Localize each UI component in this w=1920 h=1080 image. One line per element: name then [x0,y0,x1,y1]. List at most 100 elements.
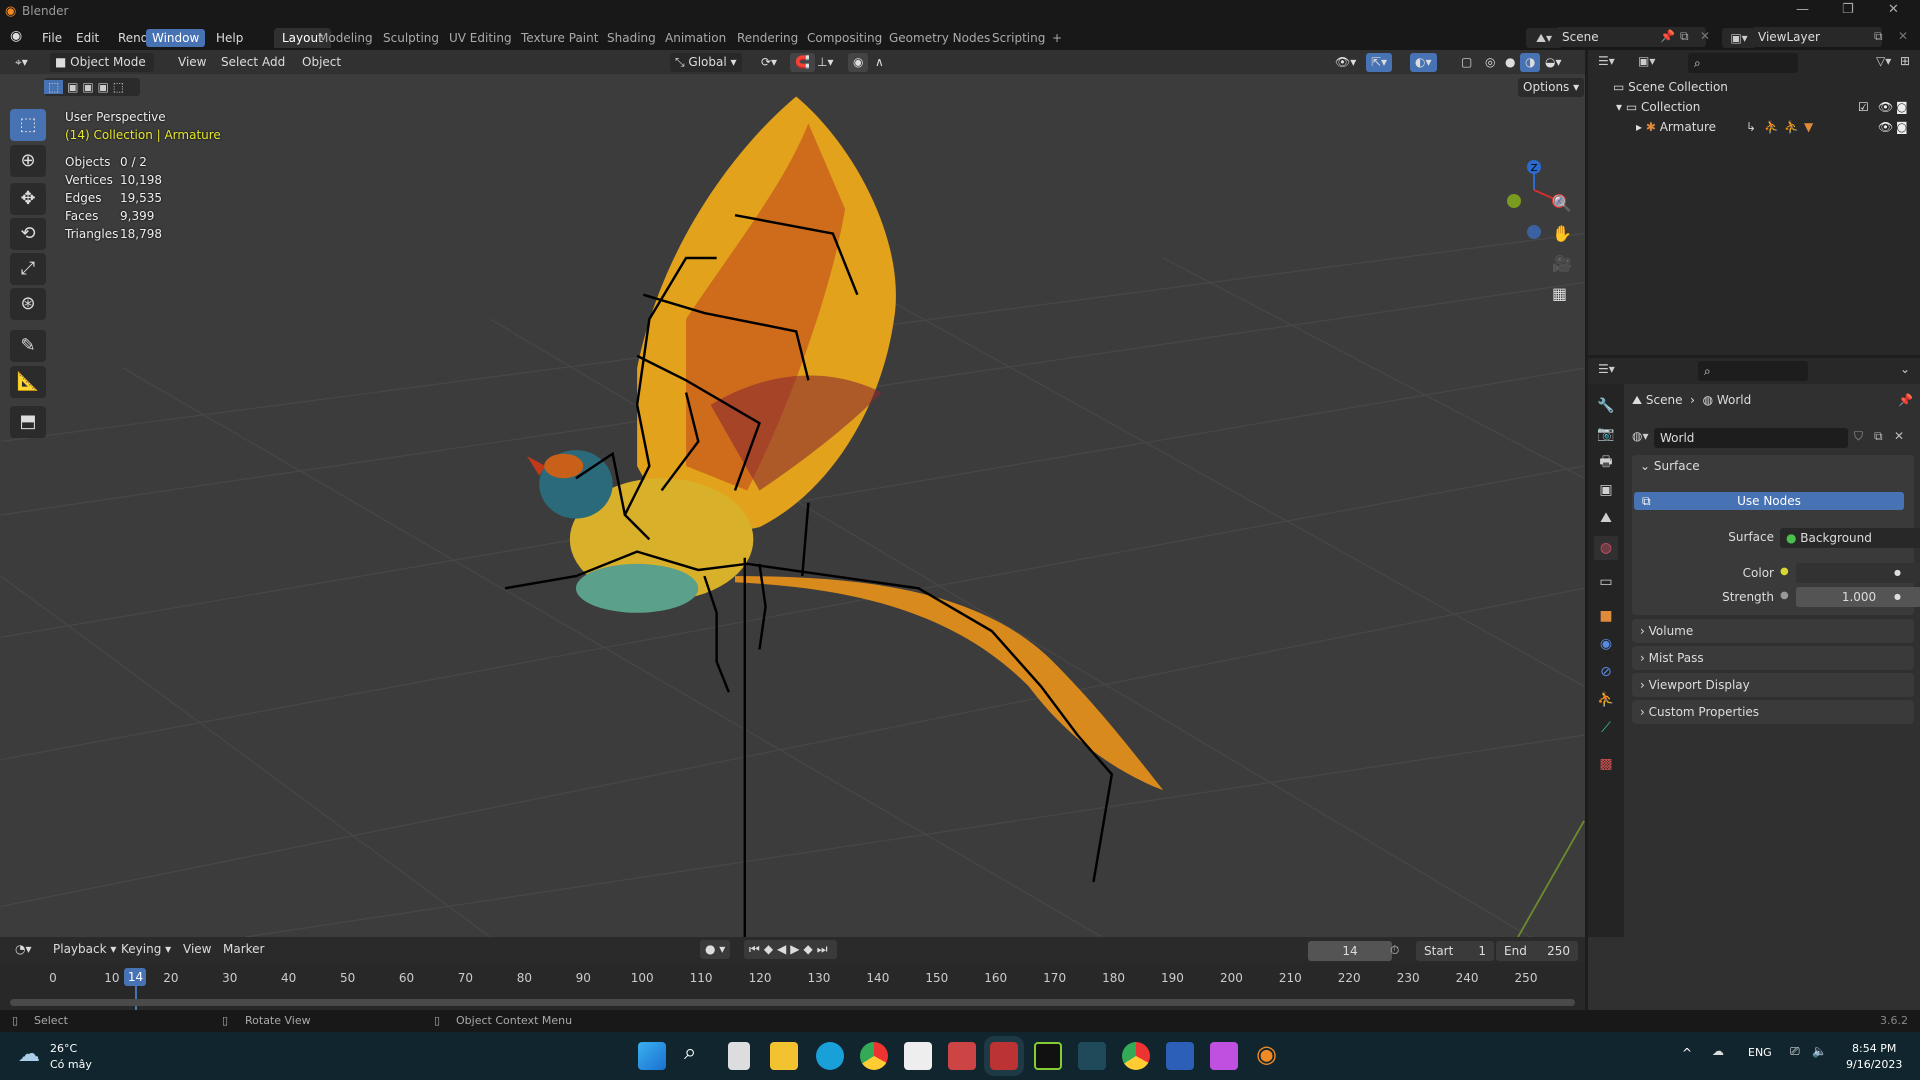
world-browse-icon[interactable]: ◍▾ [1632,429,1649,443]
pin-icon[interactable]: 📌 [1660,29,1675,43]
annotate-tool[interactable]: ✎ [10,330,46,362]
select-subtract-icon[interactable]: ▣ [82,80,93,94]
physics-tab-icon[interactable]: ◉ [1594,632,1618,656]
orientation-dropdown[interactable]: ⤡ Global ▾ [670,53,742,72]
menu-object[interactable]: Object [297,53,346,72]
jump-end-icon[interactable]: ⏭ [817,942,832,956]
clock-time[interactable]: 8:54 PM [1852,1042,1896,1055]
armature-data-tab-icon[interactable]: ⛹ [1594,688,1618,712]
texture-tab-icon[interactable]: ▩ [1594,752,1618,776]
falloff-icon[interactable]: ∧ [870,53,889,72]
app-icon[interactable] [1034,1042,1062,1070]
world-tab-icon[interactable]: ◍ [1594,536,1618,560]
menu-help[interactable]: Help [210,29,249,47]
tab-uv-editing[interactable]: UV Editing [449,31,512,45]
menu-select[interactable]: Select [216,53,263,72]
outliner-editor-type-icon[interactable]: ☰▾ [1598,54,1615,68]
gizmo-y-axis[interactable] [1507,194,1521,208]
scene-collection-row[interactable]: ▭ Scene Collection [1613,80,1728,94]
mesh-icon[interactable]: ▼ [1804,120,1813,134]
clock-date[interactable]: 9/16/2023 [1846,1058,1902,1071]
tab-texture-paint[interactable]: Texture Paint [521,31,598,45]
prev-keyframe-icon[interactable]: ◆ [764,942,777,956]
use-nodes-button[interactable]: ⧉ Use Nodes [1634,492,1904,510]
filter-icon[interactable]: ▽▾ [1876,54,1891,68]
world-name-field[interactable]: World [1654,428,1848,448]
snap-target-icon[interactable]: ⊥▾ [812,53,838,72]
select-extend-icon[interactable]: ▣ [67,80,78,94]
duplicate-world-icon[interactable]: ⧉ [1874,429,1883,444]
affinity-icon[interactable] [1210,1042,1238,1070]
network-icon[interactable]: ⎚ [1790,1044,1800,1059]
pin-icon[interactable]: 📌 [1898,393,1913,407]
navigation-gizmo[interactable]: Z X [1490,110,1570,240]
new-scene-icon[interactable]: ⧉ [1680,29,1689,44]
properties-editor-type-icon[interactable]: ☰▾ [1598,362,1615,376]
fake-user-icon[interactable]: ⛉ [1854,429,1863,444]
visibility-eye-icon[interactable]: 👁 [1878,100,1893,114]
play-reverse-icon[interactable]: ◀ [777,942,790,956]
strength-socket-icon[interactable]: ● [1780,590,1789,601]
zoom-view-icon[interactable]: 🔍 [1552,194,1572,213]
add-workspace-button[interactable]: + [1052,31,1062,45]
menu-add[interactable]: Add [257,53,290,72]
new-view-layer-icon[interactable]: ⧉ [1874,29,1883,44]
tab-shading[interactable]: Shading [607,31,656,45]
constraints-tab-icon[interactable]: ⊘ [1594,660,1618,684]
view-layer-field[interactable]: ViewLayer [1752,27,1882,47]
auto-keying-button[interactable]: ● ▾ [700,940,731,959]
file-explorer-icon[interactable] [770,1042,798,1070]
volume-panel[interactable]: › Volume [1632,619,1914,643]
solid-shading-icon[interactable]: ● [1500,53,1520,72]
3d-viewport[interactable]: ⌖▾ ■ Object Mode ▾ View Select Add Objec… [0,50,1585,937]
app-icon[interactable] [1078,1042,1106,1070]
delete-scene-icon[interactable]: ✕ [1700,29,1710,43]
view-layer-selector-icon[interactable]: ▣▾ [1722,28,1756,48]
menu-view[interactable]: View [178,940,216,959]
transform-tool[interactable]: ⊛ [10,288,46,320]
edge-icon[interactable] [816,1042,844,1070]
visibility-icon[interactable]: 👁▾ [1330,53,1361,72]
search-taskbar-icon[interactable]: ⌕ [684,1040,696,1065]
unlink-world-icon[interactable]: ✕ [1894,429,1904,443]
tab-animation[interactable]: Animation [665,31,726,45]
snipping-tool-icon[interactable] [984,1036,1024,1076]
scale-tool[interactable]: ⤢ [10,253,46,285]
proportional-edit-icon[interactable]: ◉ [848,53,869,72]
select-new-icon[interactable]: ⬚ [44,80,64,94]
view-layer-tab-icon[interactable]: ▣ [1594,478,1618,502]
task-view-icon[interactable] [728,1042,750,1070]
menu-view[interactable]: View [173,53,211,72]
measure-tool[interactable]: 📐 [10,366,46,398]
tab-scripting[interactable]: Scripting [992,31,1045,45]
tab-geometry-nodes[interactable]: Geometry Nodes [889,31,990,45]
word-icon[interactable] [1166,1042,1194,1070]
menu-marker[interactable]: Marker [218,940,269,959]
delete-view-layer-icon[interactable]: ✕ [1898,29,1908,43]
chrome-canary-icon[interactable] [1122,1042,1150,1070]
current-frame-field[interactable]: 14 [1308,941,1392,961]
render-camera-icon[interactable]: ◙ [1896,100,1908,114]
end-frame-field[interactable]: End 250 [1496,941,1578,961]
render-tab-icon[interactable]: 📷 [1594,422,1618,446]
gizmo-neg-z-axis[interactable] [1527,225,1541,239]
new-collection-icon[interactable]: ⊞ [1900,54,1910,68]
tab-modeling[interactable]: Modeling [318,31,373,45]
viewport-display-panel[interactable]: › Viewport Display [1632,673,1914,697]
armature-data-icon[interactable]: ⛹ [1764,120,1779,134]
playhead-frame-indicator[interactable]: 14 [124,968,147,986]
preview-range-icon[interactable]: ⏱ [1390,943,1399,958]
pan-view-icon[interactable]: ✋ [1552,224,1572,243]
cursor-tool[interactable]: ⊕ [10,145,46,177]
maximize-button[interactable]: ❐ [1842,2,1854,17]
menu-playback[interactable]: Playback ▾ [48,940,121,959]
play-icon[interactable]: ▶ [790,942,803,956]
store-icon[interactable] [904,1042,932,1070]
select-intersect-icon[interactable]: ⬚ [113,80,124,94]
timeline-scrollbar[interactable] [10,999,1575,1006]
jump-start-icon[interactable]: ⏮ [749,942,764,956]
camera-view-icon[interactable]: 🎥 [1552,254,1572,273]
close-button[interactable]: ✕ [1888,2,1899,17]
scene-tab-icon[interactable]: ⛰ [1594,506,1618,530]
app-icon[interactable] [948,1042,976,1070]
